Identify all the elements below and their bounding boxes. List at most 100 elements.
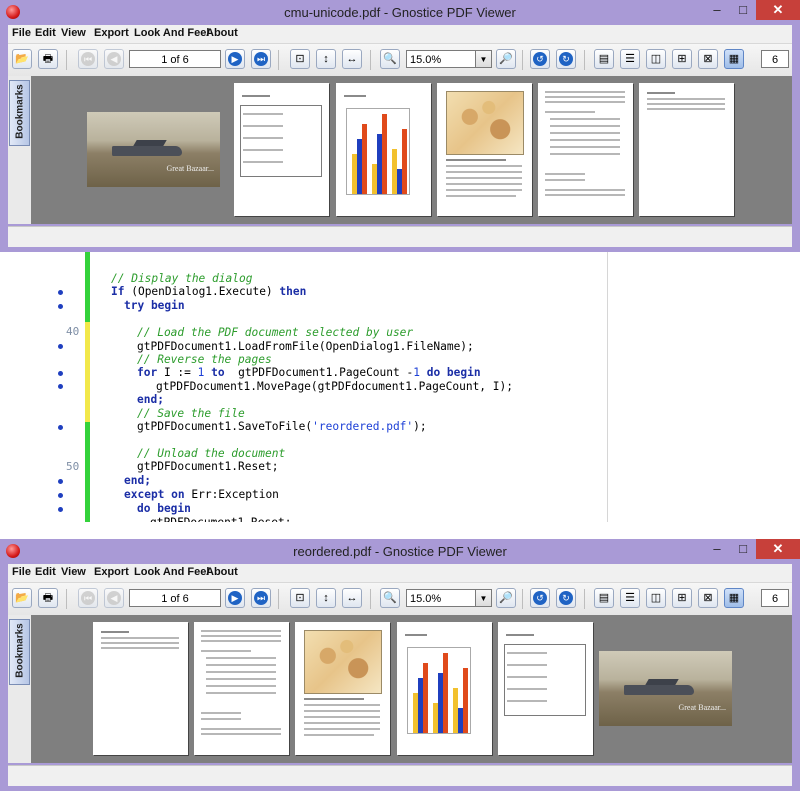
page-thumbnail-table[interactable] [498,622,593,755]
print-button[interactable]: 🖶 [38,588,58,608]
bookmarks-tab[interactable]: Bookmarks [9,80,30,146]
menu-file[interactable]: File [12,27,31,39]
page-thumbnail-photo[interactable]: Great Bazaar... [87,112,220,187]
page-thumbnail-chart[interactable] [397,622,492,755]
fit-width-icon: ↔ [346,53,358,65]
open-button[interactable]: 📂 [12,49,32,69]
pages-per-row-field[interactable]: 6 [761,589,789,607]
page-thumbnail-photo[interactable]: Great Bazaar... [599,651,732,726]
menu-export[interactable]: Export [94,566,129,578]
code-line: gtPDFDocument1.SaveToFile('reordered.pdf… [137,420,427,433]
print-button[interactable]: 🖶 [38,49,58,69]
maximize-button[interactable]: □ [730,0,756,20]
menu-about[interactable]: About [206,27,238,39]
menu-about[interactable]: About [206,566,238,578]
breakpoint-dot[interactable] [58,507,63,512]
last-page-button[interactable]: ⏭ [251,588,271,608]
zoom-dropdown-arrow[interactable]: ▼ [476,589,492,607]
first-page-button[interactable]: ⏮ [78,588,98,608]
rotate-left-button[interactable]: ↺ [530,588,550,608]
zoom-out-button[interactable]: 🔍 [380,588,400,608]
maximize-button[interactable]: □ [730,539,756,559]
open-button[interactable]: 📂 [12,588,32,608]
text-line [344,95,366,97]
page-thumbnail-text[interactable] [538,83,633,216]
bookmarks-tab[interactable]: Bookmarks [9,619,30,685]
thumbnail-view-button[interactable]: ▦ [724,588,744,608]
facing-button[interactable]: ◫ [646,588,666,608]
editor-gutter[interactable]: 40 50 [0,252,84,522]
breakpoint-dot[interactable] [58,425,63,430]
menu-export[interactable]: Export [94,27,129,39]
single-page-button[interactable]: ▤ [594,588,614,608]
page-number-field[interactable]: 1 of 6 [129,50,221,68]
single-page-button[interactable]: ▤ [594,49,614,69]
previous-page-button[interactable]: ◀ [104,588,124,608]
menu-file[interactable]: File [12,566,31,578]
code-editor[interactable]: ⊓ ⊠ ▼ ▼ 40 50 // Display the dialog If (… [0,252,800,539]
breakpoint-dot[interactable] [58,290,63,295]
menu-view[interactable]: View [61,566,86,578]
code-line: except on Err:Exception [124,488,279,501]
last-page-button[interactable]: ⏭ [251,49,271,69]
breakpoint-dot[interactable] [58,344,63,349]
grid-view-button[interactable]: ⊞ [672,588,692,608]
continuous-button[interactable]: ☰ [620,49,640,69]
zoom-in-button[interactable]: 🔎 [496,49,516,69]
fit-height-button[interactable]: ↕ [316,588,336,608]
document-view[interactable]: Bookmarks Great Bazaar... [8,615,792,763]
zoom-dropdown-arrow[interactable]: ▼ [476,50,492,68]
menu-view[interactable]: View [61,27,86,39]
actual-size-button[interactable]: ⊡ [290,588,310,608]
page-thumbnail-toc[interactable] [93,622,188,755]
page-thumbnail-table[interactable] [234,83,329,216]
rotate-right-button[interactable]: ↻ [556,49,576,69]
code-text-area[interactable]: // Display the dialog If (OpenDialog1.Ex… [92,252,608,529]
breakpoint-dot[interactable] [58,304,63,309]
fit-height-button[interactable]: ↕ [316,49,336,69]
breakpoint-dot[interactable] [58,384,63,389]
page-thumbnail-chart[interactable] [336,83,431,216]
change-bar-saved [85,422,90,522]
close-button[interactable]: ✕ [756,539,800,559]
fit-width-button[interactable]: ↔ [342,49,362,69]
title-bar[interactable]: cmu-unicode.pdf - Gnostice PDF Viewer – … [0,0,800,25]
minimize-button[interactable]: – [704,0,730,20]
zoom-combo[interactable]: 15.0% [406,589,476,607]
page-thumbnail-map[interactable] [295,622,390,755]
page-thumbnail-text[interactable] [194,622,289,755]
breakpoint-dot[interactable] [58,371,63,376]
actual-size-button[interactable]: ⊡ [290,49,310,69]
fit-view-button[interactable]: ⊠ [698,49,718,69]
page-thumbnail-toc[interactable] [639,83,734,216]
page-thumbnail-map[interactable] [437,83,532,216]
chart-frame [407,647,471,734]
fit-view-button[interactable]: ⊠ [698,588,718,608]
menu-look-and-feel[interactable]: Look And Feel [134,566,209,578]
next-page-button[interactable]: ▶ [225,588,245,608]
document-view[interactable]: Bookmarks Great Bazaar... [8,76,792,224]
page-number-field[interactable]: 1 of 6 [129,589,221,607]
grid-view-button[interactable]: ⊞ [672,49,692,69]
next-page-button[interactable]: ▶ [225,49,245,69]
zoom-out-button[interactable]: 🔍 [380,49,400,69]
facing-button[interactable]: ◫ [646,49,666,69]
rotate-right-button[interactable]: ↻ [556,588,576,608]
rotate-left-button[interactable]: ↺ [530,49,550,69]
menu-edit[interactable]: Edit [35,566,56,578]
menu-look-and-feel[interactable]: Look And Feel [134,27,209,39]
thumbnail-view-button[interactable]: ▦ [724,49,744,69]
minimize-button[interactable]: – [704,539,730,559]
pages-per-row-field[interactable]: 6 [761,50,789,68]
continuous-button[interactable]: ☰ [620,588,640,608]
fit-width-button[interactable]: ↔ [342,588,362,608]
zoom-combo[interactable]: 15.0% [406,50,476,68]
previous-page-button[interactable]: ◀ [104,49,124,69]
close-button[interactable]: ✕ [756,0,800,20]
zoom-in-button[interactable]: 🔎 [496,588,516,608]
menu-edit[interactable]: Edit [35,27,56,39]
breakpoint-dot[interactable] [58,479,63,484]
breakpoint-dot[interactable] [58,493,63,498]
title-bar[interactable]: reordered.pdf - Gnostice PDF Viewer – □ … [0,539,800,564]
first-page-button[interactable]: ⏮ [78,49,98,69]
